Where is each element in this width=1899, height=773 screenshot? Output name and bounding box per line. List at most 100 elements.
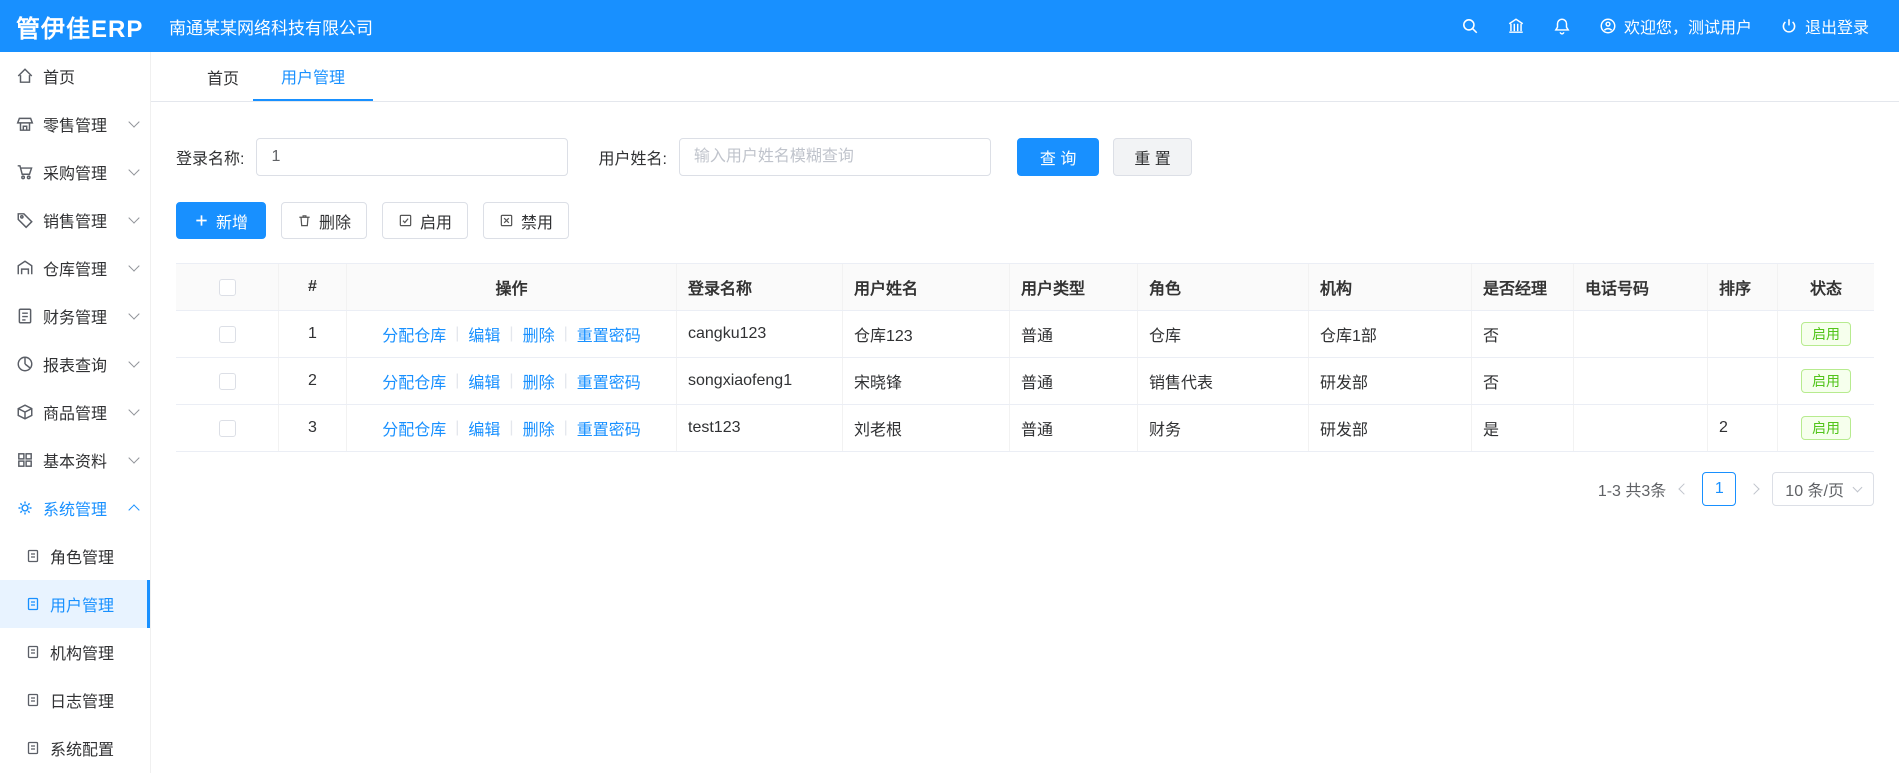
sidebar-item-label: 首页 bbox=[43, 70, 76, 87]
bell-icon[interactable] bbox=[1553, 17, 1571, 35]
delete-link[interactable]: 删除 bbox=[523, 322, 555, 346]
sidebar-item-label: 销售管理 bbox=[43, 214, 108, 231]
sidebar-item-warehouse[interactable]: 仓库管理 bbox=[0, 244, 150, 292]
col-header-org: 机构 bbox=[1309, 264, 1472, 310]
finance-icon bbox=[16, 307, 34, 325]
op-separator bbox=[555, 372, 577, 390]
chevron-up-icon bbox=[128, 504, 140, 516]
user-name-input[interactable] bbox=[678, 138, 991, 176]
search-button[interactable]: 查 询 bbox=[1016, 138, 1100, 176]
type-cell: 普通 bbox=[1010, 358, 1138, 404]
app-logo[interactable]: 管伊佳ERP bbox=[0, 9, 151, 44]
main-area: 首页 用户管理 登录名称: 用户姓名: 查 询 重 置 新增 bbox=[151, 52, 1899, 773]
sidebar-item-purchase[interactable]: 采购管理 bbox=[0, 148, 150, 196]
manager-cell: 否 bbox=[1472, 358, 1574, 404]
sidebar-item-reports[interactable]: 报表查询 bbox=[0, 340, 150, 388]
document-icon bbox=[25, 692, 41, 708]
document-icon bbox=[25, 644, 41, 660]
edit-link[interactable]: 编辑 bbox=[468, 322, 500, 346]
reset-password-link[interactable]: 重置密码 bbox=[577, 369, 641, 393]
sidebar-item-home[interactable]: 首页 bbox=[0, 52, 150, 100]
page-size-select[interactable]: 10 条/页 bbox=[1772, 472, 1874, 506]
chevron-down-icon bbox=[128, 164, 140, 176]
tab-bar: 首页 用户管理 bbox=[151, 52, 1899, 102]
grid-icon bbox=[16, 451, 34, 469]
user-circle-icon bbox=[1599, 17, 1617, 35]
delete-button-label: 删除 bbox=[319, 214, 352, 232]
row-checkbox[interactable] bbox=[218, 419, 236, 437]
op-separator bbox=[500, 325, 522, 343]
edit-link[interactable]: 编辑 bbox=[468, 369, 500, 393]
col-header-name: 用户姓名 bbox=[843, 264, 1010, 310]
sidebar-item-label: 采购管理 bbox=[43, 166, 108, 183]
table-row: 1 分配仓库编辑删除重置密码 cangku123 仓库123 普通 仓库 仓库1… bbox=[176, 311, 1874, 358]
assign-warehouse-link[interactable]: 分配仓库 bbox=[382, 416, 446, 440]
select-all-checkbox[interactable] bbox=[218, 278, 236, 296]
chevron-down-icon bbox=[128, 212, 140, 224]
row-checkbox[interactable] bbox=[218, 372, 236, 390]
operations-cell: 分配仓库编辑删除重置密码 bbox=[347, 358, 677, 404]
bank-icon[interactable] bbox=[1507, 17, 1525, 35]
pagination-total: 1-3 共3条 bbox=[1597, 483, 1667, 500]
sidebar-item-goods[interactable]: 商品管理 bbox=[0, 388, 150, 436]
sort-cell: 2 bbox=[1708, 405, 1778, 451]
sidebar-item-retail[interactable]: 零售管理 bbox=[0, 100, 150, 148]
sidebar-item-finance[interactable]: 财务管理 bbox=[0, 292, 150, 340]
cart-icon bbox=[16, 163, 34, 181]
welcome-user-label: 欢迎您，测试用户 bbox=[1623, 20, 1752, 37]
sidebar-subitem-label: 角色管理 bbox=[50, 550, 115, 567]
toolbar: 新增 删除 启用 禁用 bbox=[176, 202, 1874, 239]
col-header-login: 登录名称 bbox=[677, 264, 843, 310]
disable-button[interactable]: 禁用 bbox=[483, 202, 570, 239]
user-table: # 操作 登录名称 用户姓名 用户类型 角色 机构 是否经理 电话号码 排序 状… bbox=[176, 263, 1874, 452]
prev-page-button[interactable] bbox=[1678, 483, 1690, 495]
op-separator bbox=[446, 372, 468, 390]
topbar-actions: 欢迎您，测试用户 退出登录 bbox=[1461, 14, 1899, 38]
role-cell: 财务 bbox=[1138, 405, 1309, 451]
row-checkbox-cell bbox=[176, 405, 279, 451]
sidebar-item-sales[interactable]: 销售管理 bbox=[0, 196, 150, 244]
content-area: 登录名称: 用户姓名: 查 询 重 置 新增 删除 bbox=[151, 102, 1899, 506]
sidebar-subitem-system-config[interactable]: 系统配置 bbox=[0, 724, 150, 772]
sidebar-item-label: 商品管理 bbox=[43, 406, 108, 423]
status-cell: 启用 bbox=[1778, 358, 1874, 404]
assign-warehouse-link[interactable]: 分配仓库 bbox=[382, 369, 446, 393]
next-page-button[interactable] bbox=[1748, 483, 1760, 495]
row-checkbox[interactable] bbox=[218, 325, 236, 343]
search-icon[interactable] bbox=[1461, 17, 1479, 35]
document-icon bbox=[25, 740, 41, 756]
sidebar-subitem-roles[interactable]: 角色管理 bbox=[0, 532, 150, 580]
sidebar-subitem-organizations[interactable]: 机构管理 bbox=[0, 628, 150, 676]
x-square-icon bbox=[499, 213, 514, 228]
col-header-phone: 电话号码 bbox=[1574, 264, 1708, 310]
assign-warehouse-link[interactable]: 分配仓库 bbox=[382, 322, 446, 346]
sidebar-subitem-label: 日志管理 bbox=[50, 694, 115, 711]
enable-button[interactable]: 启用 bbox=[382, 202, 469, 239]
op-separator bbox=[500, 419, 522, 437]
page-number-button[interactable]: 1 bbox=[1702, 472, 1737, 506]
chevron-down-icon bbox=[128, 260, 140, 272]
company-name: 南通某某网络科技有限公司 bbox=[169, 18, 373, 38]
org-cell: 研发部 bbox=[1309, 358, 1472, 404]
tab-user-management[interactable]: 用户管理 bbox=[253, 52, 374, 101]
delete-link[interactable]: 删除 bbox=[523, 369, 555, 393]
reset-password-link[interactable]: 重置密码 bbox=[577, 322, 641, 346]
sidebar-item-system[interactable]: 系统管理 bbox=[0, 484, 150, 532]
logout-button[interactable]: 退出登录 bbox=[1780, 14, 1869, 38]
login-name-input[interactable] bbox=[256, 138, 569, 176]
sidebar-item-basic-data[interactable]: 基本资料 bbox=[0, 436, 150, 484]
delete-button[interactable]: 删除 bbox=[281, 202, 368, 239]
reset-password-link[interactable]: 重置密码 bbox=[577, 416, 641, 440]
edit-link[interactable]: 编辑 bbox=[468, 416, 500, 440]
login-cell: test123 bbox=[677, 405, 843, 451]
sort-cell bbox=[1708, 311, 1778, 357]
login-cell: songxiaofeng1 bbox=[677, 358, 843, 404]
delete-link[interactable]: 删除 bbox=[523, 416, 555, 440]
sidebar-subitem-users[interactable]: 用户管理 bbox=[0, 580, 150, 628]
reset-button[interactable]: 重 置 bbox=[1113, 138, 1192, 176]
sidebar-subitem-label: 机构管理 bbox=[50, 646, 115, 663]
tab-home[interactable]: 首页 bbox=[193, 52, 253, 101]
welcome-user[interactable]: 欢迎您，测试用户 bbox=[1599, 14, 1752, 38]
add-button[interactable]: 新增 bbox=[176, 202, 267, 239]
sidebar-subitem-logs[interactable]: 日志管理 bbox=[0, 676, 150, 724]
